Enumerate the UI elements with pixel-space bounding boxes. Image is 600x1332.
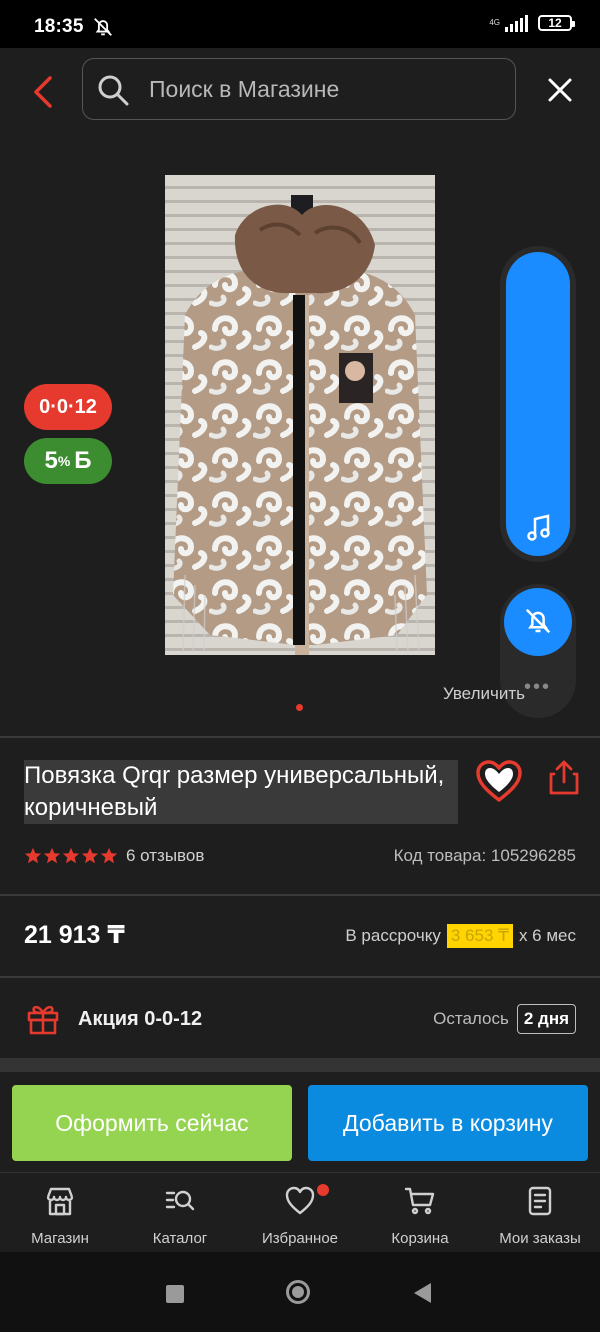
tab-label: Мои заказы	[499, 1230, 581, 1247]
close-icon[interactable]	[544, 74, 576, 106]
rating-stars	[24, 847, 118, 865]
product-price: 21 913 ₸	[24, 921, 125, 949]
heart-icon	[285, 1186, 315, 1215]
home-button[interactable]	[286, 1280, 310, 1304]
add-to-cart-button[interactable]: Добавить в корзину	[308, 1085, 588, 1161]
battery-level: 12	[548, 16, 562, 30]
favorite-heart-icon[interactable]	[474, 758, 524, 804]
search-icon	[98, 75, 129, 106]
tab-catalog[interactable]: Каталог	[120, 1173, 240, 1253]
cart-icon	[404, 1187, 435, 1215]
battery-icon: 12	[538, 15, 575, 31]
section-shadow	[0, 1058, 600, 1072]
product-page: Поиск в Магазине 0·0·12 5 % Б ••• Увелич…	[0, 48, 600, 1253]
divider	[0, 976, 600, 978]
tab-cart[interactable]: Корзина	[360, 1173, 480, 1253]
tab-label: Корзина	[391, 1230, 449, 1247]
back-arrow-icon[interactable]	[26, 72, 60, 112]
bonus-value: 5	[44, 447, 58, 474]
bonus-badge: 5% Б	[24, 438, 112, 484]
rating-row[interactable]: 6 отзывов	[24, 846, 204, 866]
floating-music-pill[interactable]	[500, 246, 576, 562]
installment-prefix: В рассрочку	[345, 926, 441, 945]
floating-bell-button[interactable]	[504, 588, 572, 656]
catalog-search-icon	[165, 1190, 195, 1211]
status-bar: 18:35 4G 12	[0, 0, 600, 48]
tab-label: Каталог	[152, 1230, 208, 1247]
more-dots-icon[interactable]: •••	[524, 676, 551, 699]
installment-amount: 3 653 ₸	[446, 924, 513, 948]
signal-icon	[505, 15, 528, 32]
star-icon	[81, 847, 99, 864]
status-time: 18:35	[34, 16, 84, 37]
bonus-unit: %	[57, 453, 71, 469]
star-icon	[100, 847, 118, 864]
gallery-page-indicator	[296, 704, 303, 711]
store-icon	[46, 1187, 74, 1216]
promotion-label[interactable]: Акция 0-0-12	[78, 1008, 202, 1031]
music-panel[interactable]	[506, 252, 570, 556]
remaining-label: Осталось	[433, 1009, 509, 1028]
orders-icon	[528, 1186, 552, 1216]
product-title: Повязка Qrqr размер универсальный, корич…	[24, 760, 458, 824]
recent-apps-button[interactable]	[166, 1285, 184, 1303]
product-sku: Код товара: 105296285	[393, 846, 576, 865]
buy-now-button[interactable]: Оформить сейчас	[12, 1085, 292, 1161]
music-note-icon	[527, 514, 550, 541]
star-icon	[43, 847, 61, 864]
bell-muted-icon	[94, 18, 112, 36]
tab-favorites[interactable]: Избранное	[240, 1173, 360, 1253]
installment-info[interactable]: В рассрочку 3 653 ₸ x 6 мес	[345, 924, 576, 948]
search-placeholder: Поиск в Магазине	[149, 76, 340, 102]
share-icon[interactable]	[548, 758, 580, 796]
star-icon	[62, 847, 80, 864]
divider	[0, 736, 600, 738]
back-triangle-icon[interactable]	[412, 1282, 432, 1304]
tab-label: Избранное	[261, 1230, 339, 1247]
tab-store[interactable]: Магазин	[0, 1173, 120, 1253]
gift-icon	[27, 1005, 59, 1035]
remaining-days: 2 дня	[516, 1004, 576, 1034]
system-navigation-bar	[0, 1252, 600, 1332]
promo-badge: 0·0·12	[24, 384, 112, 430]
bottom-tab-bar: Магазин Каталог Избранное Корзина Мои за…	[0, 1172, 600, 1253]
bonus-symbol: Б	[74, 447, 92, 474]
tab-orders[interactable]: Мои заказы	[480, 1173, 600, 1253]
star-icon	[24, 847, 42, 864]
installment-suffix: x 6 мес	[518, 926, 576, 945]
zoom-hint[interactable]: Увеличить	[443, 684, 525, 704]
network-label: 4G	[489, 18, 500, 27]
product-image[interactable]	[165, 175, 435, 655]
divider	[0, 894, 600, 896]
search-input[interactable]: Поиск в Магазине	[82, 58, 516, 120]
bell-muted-icon	[525, 608, 551, 634]
tab-label: Магазин	[31, 1230, 89, 1247]
promotion-remaining: Осталось 2 дня	[433, 1004, 576, 1034]
reviews-link[interactable]: 6 отзывов	[126, 846, 204, 866]
notification-dot	[317, 1184, 329, 1196]
